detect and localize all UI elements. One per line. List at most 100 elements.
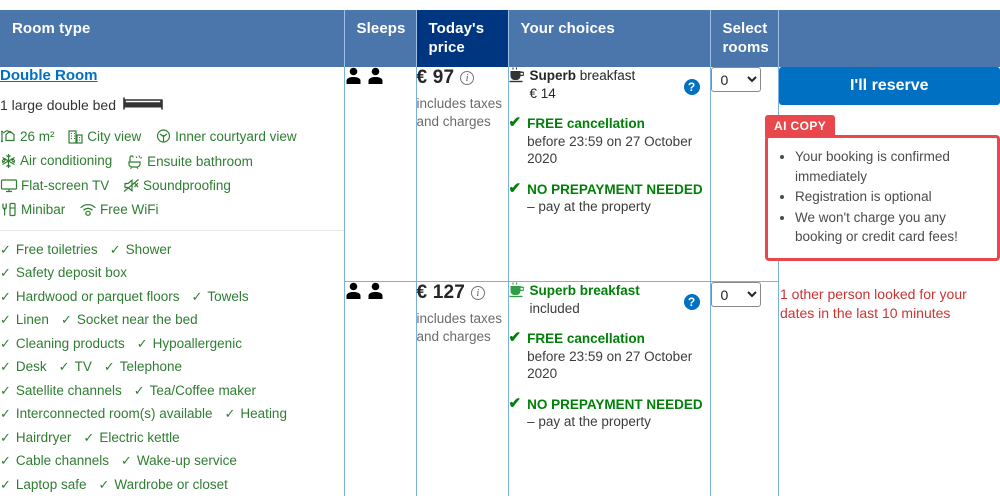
soundproofing-icon — [123, 178, 140, 193]
price-amount: € 97 — [416, 67, 455, 88]
prepayment-title: NO PREPAYMENT NEEDED — [527, 181, 703, 197]
amenity-item: ✓ Tea/Coffee maker — [134, 379, 256, 403]
amenity-label: Tea/Coffee maker — [149, 382, 256, 398]
facility-label: 26 m² — [20, 129, 55, 144]
price-amount-row: € 97 i — [417, 67, 508, 89]
amenity-item: ✓ Towels — [192, 285, 249, 309]
check-icon: ✓ — [0, 241, 11, 257]
amenity-label: Free toiletries — [15, 241, 98, 257]
section-divider — [0, 229, 344, 231]
amenity-label: Wardrobe or closet — [114, 476, 228, 492]
check-icon: ✔ — [508, 329, 522, 346]
courtyard-view-icon — [155, 129, 172, 144]
scarcity-message: 1 other person looked for your dates in … — [780, 286, 967, 321]
check-icon: ✓ — [103, 359, 115, 374]
amenity-label: Towels — [207, 288, 249, 304]
check-icon: ✓ — [191, 288, 203, 304]
amenities-list: ✓ Free toiletries ✓ Shower ✓ Safety deposit b… — [0, 238, 344, 497]
minibar-icon — [0, 202, 18, 217]
prepayment-detail: – pay at the property — [527, 199, 651, 214]
amenity-row: ✓ Laptop safe ✓ Wardrobe or closet — [0, 473, 344, 497]
column-header-todays-price: Today's price — [416, 10, 509, 67]
prepayment-detail: – pay at the property — [527, 414, 651, 429]
ai-copy-box: Your booking is confirmed immediatelyReg… — [765, 135, 1000, 261]
city-view-icon — [68, 129, 84, 144]
price-note: includes taxes and charges — [416, 96, 503, 129]
amenity-row: ✓ Desk ✓ TV ✓ Telephone — [0, 355, 344, 379]
amenity-row: ✓ Hardwood or parquet floors ✓ Towels — [0, 285, 344, 309]
breakfast-choice: Superb breakfast € 14 — [509, 67, 710, 102]
breakfast-quality: Superb breakfast — [529, 283, 640, 298]
check-icon: ✓ — [0, 288, 11, 304]
breakfast-quality: Superb — [529, 68, 577, 83]
prepayment-text: NO PREPAYMENT NEEDED – pay at the proper… — [527, 181, 709, 216]
bed-label: 1 large double bed — [0, 97, 116, 113]
amenity-item: ✓ Laptop safe — [0, 473, 86, 497]
facility-label: Free WiFi — [100, 201, 159, 217]
check-icon: ✓ — [0, 265, 11, 280]
amenity-item: ✓ Satellite channels — [0, 379, 122, 403]
check-icon: ✔ — [508, 394, 522, 412]
breakfast-label: Superb breakfast € 14 — [530, 67, 636, 102]
amenity-row: ✓ Interconnected room(s) available ✓ Heatin… — [0, 402, 344, 426]
amenity-row: ✓ Cable channels ✓ Wake-up service — [0, 449, 344, 473]
bed-configuration: 1 large double bed — [0, 96, 344, 114]
column-header-reserve — [778, 10, 1000, 67]
facility-label: Air conditioning — [20, 153, 113, 168]
amenity-item: ✓ Socket near the bed — [61, 308, 198, 332]
two-person-icon — [345, 282, 416, 300]
column-header-select-rooms: Select rooms — [710, 10, 779, 67]
select-rooms-cell: 012345 — [710, 281, 779, 496]
ai-copy-badge: AI COPY — [765, 115, 836, 137]
room-name-link[interactable]: Double Room — [0, 67, 98, 84]
info-icon[interactable]: i — [471, 286, 486, 300]
column-header-room-type: Room type — [0, 10, 345, 67]
table-header-row: Room type Sleeps Today's price Your choi… — [0, 10, 1000, 67]
room-type-cell: Double Room 1 large double bed 26 m² Cit… — [0, 67, 345, 497]
check-icon: ✓ — [0, 476, 11, 492]
tv-icon — [0, 178, 18, 193]
check-icon: ✔ — [508, 114, 522, 131]
question-mark-icon[interactable]: ? — [683, 79, 700, 95]
your-choices-cell: ? Superb breakfast € 14 ✔ FREE cancellat… — [508, 67, 711, 282]
amenity-item: ✓ Cleaning products — [0, 332, 125, 356]
facility-tv: Flat-screen TV — [0, 175, 109, 196]
amenity-label: Telephone — [119, 359, 183, 374]
check-icon: ✓ — [83, 429, 95, 445]
amenity-item: ✓ Hairdryer — [0, 426, 71, 450]
info-icon[interactable]: i — [460, 71, 475, 85]
facility-label: Minibar — [21, 201, 66, 217]
facility-wifi: Free WiFi — [79, 199, 159, 220]
breakfast-choice: Superb breakfast included — [509, 282, 710, 317]
your-choices-cell: ? Superb breakfast included ✔ FREE cance… — [508, 281, 711, 496]
amenity-item: ✓ Heating — [225, 402, 287, 426]
cancellation-choice: ✔ FREE cancellation before 23:59 on 27 O… — [509, 115, 710, 168]
check-icon: ✓ — [0, 359, 11, 374]
amenity-label: TV — [74, 359, 92, 374]
sleeps-cell — [344, 67, 417, 282]
breakfast-rest: breakfast — [576, 68, 636, 83]
check-icon: ✔ — [508, 179, 522, 197]
amenity-row: ✓ Satellite channels ✓ Tea/Coffee maker — [0, 379, 344, 403]
question-mark-icon[interactable]: ? — [683, 294, 700, 310]
amenity-item: ✓ Interconnected room(s) available — [0, 402, 213, 426]
price-amount-row: € 127 i — [417, 282, 508, 304]
facility-courtyard-view: Inner courtyard view — [155, 126, 297, 147]
check-icon: ✓ — [0, 335, 11, 351]
amenity-label: Safety deposit box — [15, 265, 127, 280]
facility-air-conditioning: Air conditioning — [0, 150, 112, 171]
double-bed-icon — [123, 96, 163, 114]
check-icon: ✓ — [0, 382, 11, 398]
select-rooms-dropdown[interactable]: 012345 — [710, 282, 761, 307]
amenity-item: ✓ Telephone — [104, 355, 182, 379]
amenity-label: Interconnected room(s) available — [15, 406, 213, 421]
amenity-item: ✓ Wake-up service — [121, 449, 237, 473]
amenity-item: ✓ Hardwood or parquet floors — [0, 285, 180, 309]
select-rooms-dropdown[interactable]: 012345 — [710, 67, 761, 92]
facility-label: Soundproofing — [143, 177, 231, 193]
ai-copy-bullet: Your booking is confirmed immediately — [795, 147, 987, 186]
cancellation-title: FREE cancellation — [527, 116, 645, 131]
reserve-button[interactable]: I'll reserve — [778, 67, 1000, 105]
amenity-item: ✓ TV — [59, 355, 92, 379]
air-conditioning-icon — [0, 153, 17, 169]
